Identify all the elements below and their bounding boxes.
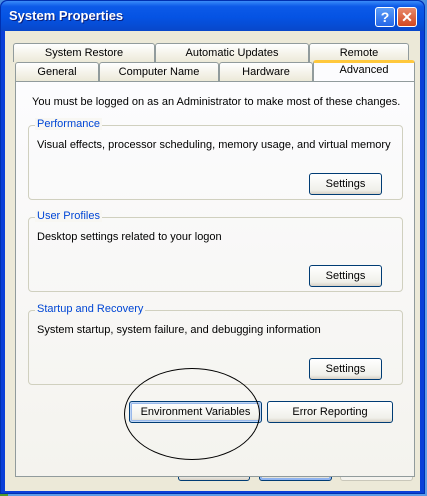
startup-recovery-group: Startup and Recovery System startup, sys… xyxy=(28,303,403,385)
startup-recovery-settings-label: Settings xyxy=(325,363,366,375)
performance-settings-button[interactable]: Settings xyxy=(309,173,382,195)
window-title: System Properties xyxy=(9,8,124,23)
tab-system-restore[interactable]: System Restore xyxy=(13,43,155,62)
tab-computer-name[interactable]: Computer Name xyxy=(99,62,219,81)
title-bar[interactable]: System Properties ? ✕ xyxy=(1,1,424,31)
tab-advanced[interactable]: Advanced xyxy=(313,60,415,81)
user-profiles-group-title: User Profiles xyxy=(35,210,102,222)
environment-variables-button[interactable]: Environment Variables xyxy=(129,401,262,423)
startup-recovery-settings-button[interactable]: Settings xyxy=(309,358,382,380)
system-properties-window: System Properties ? ✕ System Restore Aut… xyxy=(0,0,425,494)
startup-recovery-group-title: Startup and Recovery xyxy=(35,303,146,315)
help-icon[interactable]: ? xyxy=(375,7,395,27)
user-profiles-settings-label: Settings xyxy=(325,270,366,282)
tab-general[interactable]: General xyxy=(15,62,99,81)
user-profiles-description: Desktop settings related to your logon xyxy=(37,231,222,243)
startup-recovery-description: System startup, system failure, and debu… xyxy=(37,324,321,336)
user-profiles-settings-button[interactable]: Settings xyxy=(309,265,382,287)
performance-group: Performance Visual effects, processor sc… xyxy=(28,118,403,200)
performance-description: Visual effects, processor scheduling, me… xyxy=(37,139,391,151)
advanced-tab-panel: You must be logged on as an Administrato… xyxy=(15,81,415,477)
tab-hardware[interactable]: Hardware xyxy=(219,62,313,81)
admin-message: You must be logged on as an Administrato… xyxy=(32,96,401,108)
tab-automatic-updates[interactable]: Automatic Updates xyxy=(155,43,309,62)
close-icon[interactable]: ✕ xyxy=(397,7,417,27)
error-reporting-button[interactable]: Error Reporting xyxy=(267,401,393,423)
dialog-client-area: System Restore Automatic Updates Remote … xyxy=(5,31,420,491)
performance-group-title: Performance xyxy=(35,118,102,130)
user-profiles-group: User Profiles Desktop settings related t… xyxy=(28,210,403,292)
performance-settings-label: Settings xyxy=(325,178,366,190)
